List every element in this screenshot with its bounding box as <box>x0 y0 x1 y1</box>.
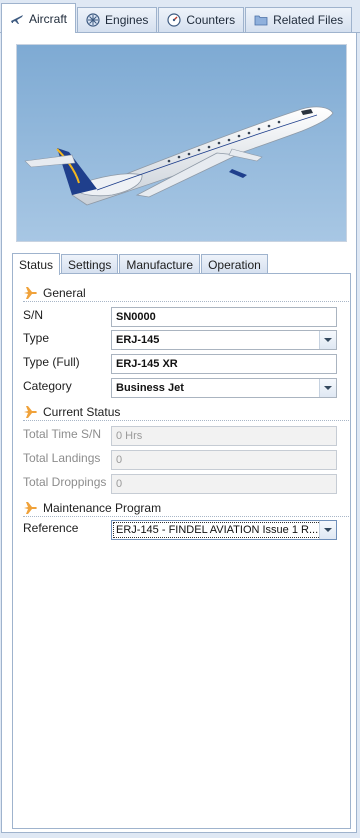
tab-status[interactable]: Status <box>12 253 61 275</box>
type-value: ERJ-145 <box>116 334 160 346</box>
row-reference: Reference ERJ-145 - FINDEL AVIATION Issu… <box>23 520 349 540</box>
section-airplane-icon <box>24 501 37 514</box>
tab-engines[interactable]: Engines <box>77 7 158 32</box>
total-time-label: Total Time S/N <box>23 427 102 441</box>
section-maintenance-program-title: Maintenance Program <box>43 500 162 515</box>
section-maintenance-program: Maintenance Program <box>23 499 349 517</box>
aircraft-panel: Status Settings Manufacture Operation Ge… <box>1 33 357 833</box>
category-label: Category <box>23 379 72 393</box>
total-time-field: 0 Hrs <box>111 426 337 446</box>
tab-operation[interactable]: Operation <box>201 254 268 274</box>
folder-icon <box>254 15 268 26</box>
tab-aircraft[interactable]: Aircraft <box>1 3 77 33</box>
type-full-label: Type (Full) <box>23 355 80 369</box>
total-droppings-field: 0 <box>111 474 337 494</box>
engine-icon <box>86 13 100 27</box>
tab-counters-label: Counters <box>186 13 236 27</box>
row-category: Category Business Jet <box>23 378 349 398</box>
row-sn: S/N SN0000 <box>23 307 349 327</box>
type-full-field[interactable]: ERJ-145 XR <box>111 354 337 374</box>
section-general-title: General <box>43 285 86 300</box>
row-total-droppings: Total Droppings 0 <box>23 474 349 494</box>
total-landings-field: 0 <box>111 450 337 470</box>
total-landings-label: Total Landings <box>23 451 101 465</box>
chevron-down-icon <box>324 338 332 342</box>
total-droppings-label: Total Droppings <box>23 475 107 489</box>
row-type-full: Type (Full) ERJ-145 XR <box>23 354 349 374</box>
detail-tab-bar: Status Settings Manufacture Operation <box>12 252 269 275</box>
tab-related-files-label: Related Files <box>273 13 344 27</box>
section-airplane-icon <box>24 286 37 299</box>
reference-select[interactable]: ERJ-145 - FINDEL AVIATION Issue 1 R... <box>111 520 337 540</box>
category-select[interactable]: Business Jet <box>111 378 337 398</box>
tab-counters[interactable]: Counters <box>158 7 245 32</box>
row-total-landings: Total Landings 0 <box>23 450 349 470</box>
sn-label: S/N <box>23 308 44 322</box>
tab-settings[interactable]: Settings <box>61 254 119 274</box>
airplane-icon <box>11 14 23 24</box>
reference-value: ERJ-145 - FINDEL AVIATION Issue 1 R... <box>116 524 319 536</box>
tab-settings-label: Settings <box>68 257 112 272</box>
sn-field[interactable]: SN0000 <box>111 307 337 327</box>
category-value: Business Jet <box>116 382 184 394</box>
tab-manufacture[interactable]: Manufacture <box>119 254 201 274</box>
top-tab-bar: Aircraft Engines Counters Related Files <box>0 0 360 33</box>
aircraft-photo <box>16 44 347 242</box>
tab-related-files[interactable]: Related Files <box>245 7 353 32</box>
section-current-status-title: Current Status <box>43 404 121 419</box>
section-current-status: Current Status <box>23 403 349 421</box>
type-select[interactable]: ERJ-145 <box>111 330 337 350</box>
reference-label: Reference <box>23 521 79 535</box>
tab-manufacture-label: Manufacture <box>126 257 194 272</box>
gauge-icon <box>167 13 181 27</box>
chevron-down-icon <box>324 386 332 390</box>
tab-operation-label: Operation <box>208 257 261 272</box>
tab-status-label: Status <box>19 257 54 272</box>
reference-dropdown-button[interactable] <box>319 521 336 539</box>
row-type: Type ERJ-145 <box>23 330 349 350</box>
category-dropdown-button[interactable] <box>319 379 336 397</box>
section-general: General <box>23 284 349 302</box>
section-airplane-icon <box>24 405 37 418</box>
tab-aircraft-label: Aircraft <box>29 11 68 26</box>
tab-engines-label: Engines <box>105 13 149 27</box>
type-label: Type <box>23 331 50 345</box>
status-form: General S/N SN0000 Type ERJ-145 Type (Fu… <box>12 273 351 829</box>
chevron-down-icon <box>324 528 332 532</box>
row-total-time: Total Time S/N 0 Hrs <box>23 426 349 446</box>
type-dropdown-button[interactable] <box>319 331 336 349</box>
